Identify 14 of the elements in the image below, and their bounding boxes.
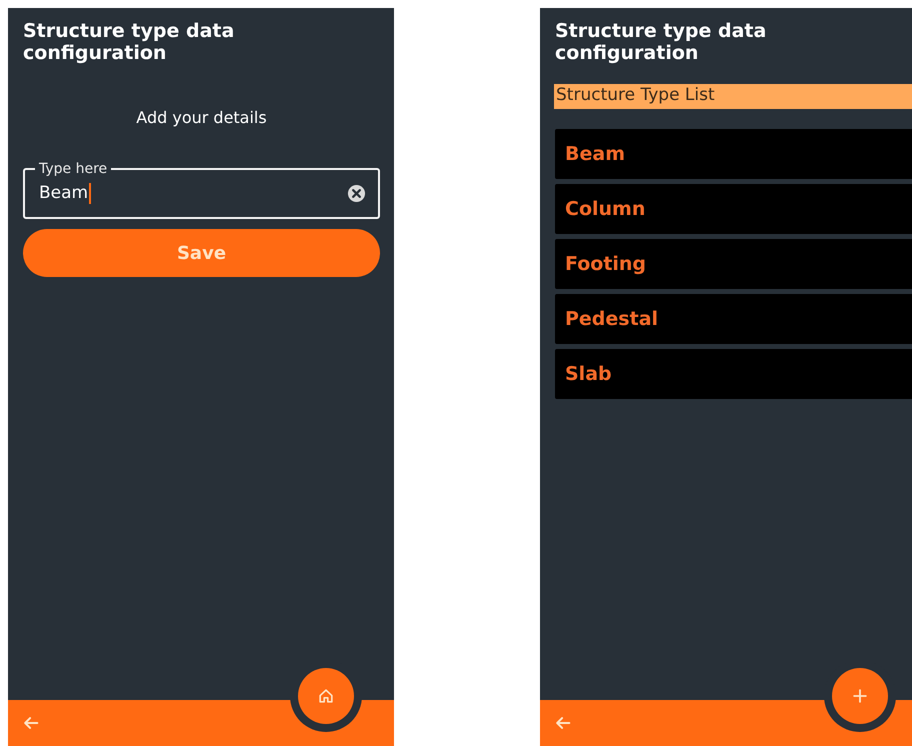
list-item[interactable]: Pedestal xyxy=(555,294,912,344)
screen-title: Structure type data configuration xyxy=(555,20,768,64)
screen-title: Structure type data configuration xyxy=(23,20,236,64)
form-subtitle: Add your details xyxy=(135,108,268,127)
list-item[interactable]: Slab xyxy=(555,349,912,399)
list-header: Structure Type List xyxy=(554,84,912,109)
clear-icon[interactable] xyxy=(347,184,366,202)
home-icon xyxy=(317,687,335,705)
list-item[interactable]: Column xyxy=(555,184,912,234)
plus-icon xyxy=(851,687,869,705)
list-item[interactable]: Footing xyxy=(555,239,912,289)
list-item[interactable]: Beam xyxy=(555,129,912,179)
text-field[interactable]: Type here Beam xyxy=(23,161,380,219)
text-cursor xyxy=(89,182,92,204)
